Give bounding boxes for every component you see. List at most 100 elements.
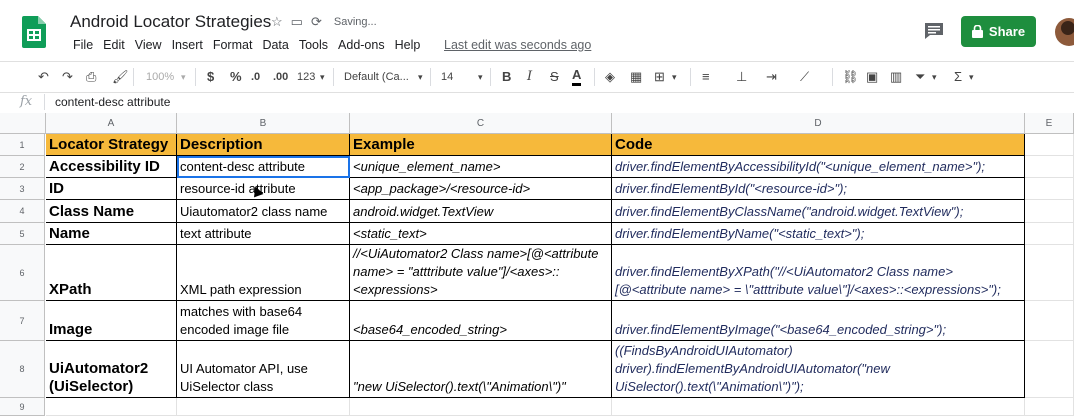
- horizontal-align-icon[interactable]: ≡: [702, 69, 710, 85]
- table-cell[interactable]: driver.findElementByAccessibilityId("<un…: [612, 156, 1025, 178]
- more-formats-button[interactable]: 123: [297, 69, 315, 85]
- header-cell-description[interactable]: Description: [177, 134, 350, 156]
- table-cell[interactable]: <static_text>: [350, 223, 612, 245]
- merge-cells-icon[interactable]: ⊞: [654, 69, 665, 85]
- document-title[interactable]: Android Locator Strategies: [70, 12, 271, 32]
- empty-cell[interactable]: [177, 398, 350, 416]
- table-cell[interactable]: driver.findElementByXPath("//<UiAutomato…: [612, 245, 1025, 301]
- percent-format-button[interactable]: %: [230, 69, 242, 85]
- menu-format[interactable]: Format: [208, 38, 258, 52]
- menu-insert[interactable]: Insert: [167, 38, 208, 52]
- increase-decimal-button[interactable]: .00: [273, 69, 288, 85]
- insert-link-icon[interactable]: ⛓︎: [842, 69, 859, 85]
- empty-cell[interactable]: [1025, 301, 1074, 341]
- last-edit-link[interactable]: Last edit was seconds ago: [444, 38, 591, 52]
- menu-view[interactable]: View: [130, 38, 167, 52]
- move-folder-icon[interactable]: ▭: [291, 14, 303, 30]
- table-cell[interactable]: UI Automator API, use UiSelector class: [177, 341, 350, 398]
- undo-icon[interactable]: ↶: [38, 69, 49, 85]
- formula-input[interactable]: content-desc attribute: [55, 95, 170, 109]
- row-header-2[interactable]: 2: [0, 156, 45, 178]
- row-header-3[interactable]: 3: [0, 178, 45, 200]
- table-cell[interactable]: <unique_element_name>: [350, 156, 612, 178]
- table-cell[interactable]: Accessibility ID: [46, 156, 177, 178]
- strikethrough-button[interactable]: S: [550, 69, 559, 85]
- empty-cell[interactable]: [1025, 223, 1074, 245]
- table-cell[interactable]: driver.findElementByImage("<base64_encod…: [612, 301, 1025, 341]
- bold-button[interactable]: B: [502, 69, 511, 85]
- empty-cell[interactable]: [1025, 245, 1074, 301]
- text-wrapping-icon[interactable]: ⇥: [766, 69, 777, 85]
- empty-cell[interactable]: [1025, 178, 1074, 200]
- sheets-logo-icon[interactable]: [22, 16, 46, 48]
- table-cell[interactable]: android.widget.TextView: [350, 200, 612, 223]
- italic-button[interactable]: I: [527, 69, 532, 85]
- table-cell[interactable]: Image: [46, 301, 177, 341]
- functions-icon[interactable]: Σ: [954, 69, 962, 85]
- table-cell[interactable]: driver.findElementById("<resource-id>");: [612, 178, 1025, 200]
- table-cell[interactable]: ID: [46, 178, 177, 200]
- column-header-b[interactable]: B: [177, 113, 350, 134]
- header-cell-locator[interactable]: Locator Strategy: [46, 134, 177, 156]
- redo-icon[interactable]: ↷: [62, 69, 73, 85]
- table-cell[interactable]: XML path expression: [177, 245, 350, 301]
- table-cell[interactable]: Name: [46, 223, 177, 245]
- menu-tools[interactable]: Tools: [294, 38, 333, 52]
- table-cell[interactable]: resource-id attribute: [177, 178, 350, 200]
- account-avatar[interactable]: [1055, 18, 1074, 46]
- decrease-decimal-button[interactable]: .0: [251, 69, 260, 85]
- empty-cell[interactable]: [350, 398, 612, 416]
- insert-comment-icon[interactable]: ▣: [866, 69, 878, 85]
- column-header-a[interactable]: A: [46, 113, 177, 134]
- table-cell[interactable]: <app_package>/<resource-id>: [350, 178, 612, 200]
- table-cell[interactable]: Class Name: [46, 200, 177, 223]
- table-cell[interactable]: UiAutomator2 (UiSelector): [46, 341, 177, 398]
- table-cell[interactable]: ((FindsByAndroidUIAutomator) driver).fin…: [612, 341, 1025, 398]
- menu-help[interactable]: Help: [390, 38, 426, 52]
- menu-addons[interactable]: Add-ons: [333, 38, 390, 52]
- column-header-c[interactable]: C: [350, 113, 612, 134]
- column-header-e[interactable]: E: [1025, 113, 1074, 134]
- header-cell-example[interactable]: Example: [350, 134, 612, 156]
- menu-edit[interactable]: Edit: [98, 38, 130, 52]
- empty-cell[interactable]: [1025, 341, 1074, 398]
- currency-format-button[interactable]: $: [207, 69, 214, 85]
- paint-format-icon[interactable]: 🖌︎: [112, 69, 129, 85]
- font-size-select[interactable]: 14: [441, 69, 453, 85]
- table-cell[interactable]: "new UiSelector().text(\"Animation\")": [350, 341, 612, 398]
- comment-history-icon[interactable]: [924, 22, 944, 40]
- print-icon[interactable]: ⎙: [86, 69, 96, 85]
- empty-cell[interactable]: [1025, 156, 1074, 178]
- table-cell[interactable]: //<UiAutomator2 Class name>[@<attribute …: [350, 245, 612, 301]
- empty-cell[interactable]: [1025, 134, 1074, 156]
- borders-icon[interactable]: ▦: [630, 69, 642, 85]
- table-cell[interactable]: driver.findElementByClassName("android.w…: [612, 200, 1025, 223]
- table-cell[interactable]: Uiautomator2 class name: [177, 200, 350, 223]
- table-cell[interactable]: driver.findElementByName("<static_text>"…: [612, 223, 1025, 245]
- empty-cell[interactable]: [612, 398, 1025, 416]
- empty-cell[interactable]: [1025, 398, 1074, 416]
- font-family-select[interactable]: Default (Ca...: [344, 69, 409, 85]
- row-header-4[interactable]: 4: [0, 200, 45, 223]
- select-all-corner[interactable]: [0, 113, 46, 134]
- table-cell[interactable]: text attribute: [177, 223, 350, 245]
- fill-color-icon[interactable]: ◈: [605, 69, 615, 85]
- column-header-d[interactable]: D: [612, 113, 1025, 134]
- star-icon[interactable]: ☆: [271, 14, 283, 30]
- row-header-6[interactable]: 6: [0, 245, 45, 301]
- empty-cell[interactable]: [46, 398, 177, 416]
- selected-cell[interactable]: content-desc attribute: [177, 156, 350, 178]
- insert-chart-icon[interactable]: ▥: [890, 69, 902, 85]
- text-rotation-icon[interactable]: ⟋: [800, 69, 809, 85]
- filter-icon[interactable]: ⏷: [915, 69, 925, 85]
- zoom-select[interactable]: 100%: [146, 69, 174, 85]
- table-cell[interactable]: matches with base64 encoded image file: [177, 301, 350, 341]
- row-header-1[interactable]: 1: [0, 134, 45, 156]
- text-color-button[interactable]: A: [572, 67, 582, 86]
- empty-cell[interactable]: [1025, 200, 1074, 223]
- menu-file[interactable]: File: [68, 38, 98, 52]
- row-header-5[interactable]: 5: [0, 223, 45, 245]
- table-cell[interactable]: XPath: [46, 245, 177, 301]
- header-cell-code[interactable]: Code: [612, 134, 1025, 156]
- row-header-8[interactable]: 8: [0, 341, 45, 398]
